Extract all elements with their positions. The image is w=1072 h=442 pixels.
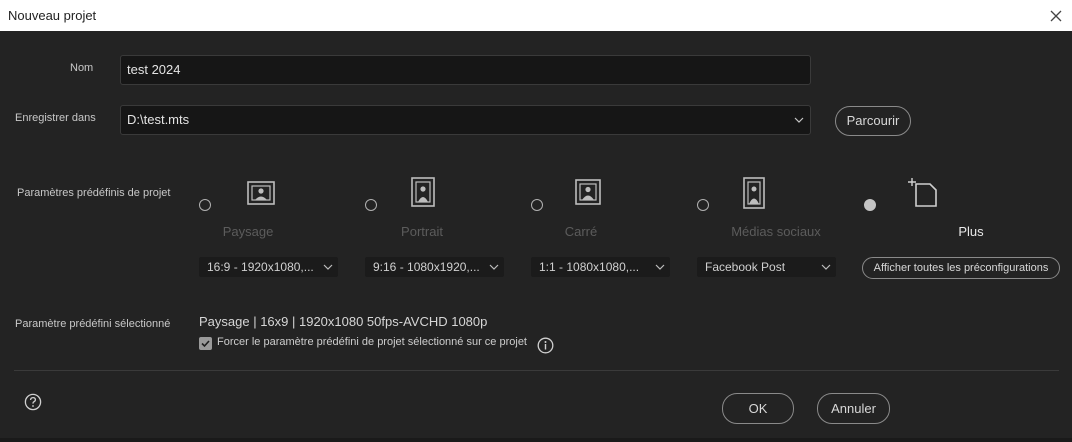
preset-portrait-option: 9:16 - 1080x1920,...	[373, 260, 480, 274]
preset-social-media-dropdown[interactable]: Facebook Post	[697, 257, 836, 277]
preset-more-radio[interactable]	[864, 199, 876, 211]
preset-landscape-radio[interactable]	[199, 199, 211, 211]
force-preset-label: Forcer le paramètre prédéfini de projet …	[217, 336, 527, 348]
preset-social-media-option: Facebook Post	[705, 260, 786, 274]
help-icon[interactable]	[24, 393, 42, 411]
chevron-down-icon	[794, 115, 804, 125]
preset-square-radio[interactable]	[531, 199, 543, 211]
cancel-button[interactable]: Annuler	[817, 393, 890, 424]
ok-button[interactable]: OK	[722, 393, 794, 424]
name-label: Nom	[70, 62, 94, 74]
title-bar: Nouveau projet	[0, 0, 1072, 31]
selected-preset-value: Paysage | 16x9 | 1920x1080 50fps-AVCHD 1…	[199, 314, 488, 329]
presets-section-label: Paramètres prédéfinis de projet	[17, 187, 171, 199]
preset-landscape-option: 16:9 - 1920x1080,...	[207, 260, 314, 274]
chevron-down-icon	[821, 257, 831, 277]
portrait-icon	[411, 177, 435, 207]
chevron-down-icon	[323, 257, 333, 277]
chevron-down-icon	[655, 257, 665, 277]
force-preset-checkbox[interactable]	[199, 337, 212, 350]
preset-portrait-dropdown[interactable]: 9:16 - 1080x1920,...	[365, 257, 504, 277]
preset-square-name: Carré	[564, 224, 598, 239]
preset-landscape-name: Paysage	[222, 224, 274, 239]
info-icon[interactable]	[537, 337, 554, 354]
footer-divider	[14, 370, 1059, 371]
preset-square-option: 1:1 - 1080x1080,...	[539, 260, 640, 274]
preset-portrait-name: Portrait	[401, 224, 443, 239]
name-input[interactable]: test 2024	[120, 55, 811, 85]
preset-square-dropdown[interactable]: 1:1 - 1080x1080,...	[531, 257, 670, 277]
preset-more-name: Plus	[958, 224, 984, 239]
landscape-icon	[247, 181, 275, 205]
social-media-icon	[743, 177, 765, 209]
show-all-presets-button[interactable]: Afficher toutes les préconfigurations	[862, 257, 1060, 279]
save-location-value: D:\test.mts	[127, 112, 190, 127]
preset-landscape-dropdown[interactable]: 16:9 - 1920x1080,...	[199, 257, 338, 277]
browse-button[interactable]: Parcourir	[835, 106, 911, 136]
selected-preset-label: Paramètre prédéfini sélectionné	[15, 318, 171, 330]
preset-social-media-name: Médias sociaux	[731, 224, 821, 239]
window-title: Nouveau projet	[8, 8, 97, 23]
preset-portrait-radio[interactable]	[365, 199, 377, 211]
save-location-label: Enregistrer dans	[15, 112, 96, 124]
square-icon	[575, 179, 601, 205]
preset-social-media-radio[interactable]	[697, 199, 709, 211]
crop-icon	[904, 176, 938, 208]
close-icon[interactable]	[1046, 6, 1066, 26]
window-bottom-edge	[0, 438, 1072, 442]
save-location-select[interactable]: D:\test.mts	[120, 105, 811, 135]
chevron-down-icon	[489, 257, 499, 277]
checkmark-icon	[201, 340, 210, 348]
